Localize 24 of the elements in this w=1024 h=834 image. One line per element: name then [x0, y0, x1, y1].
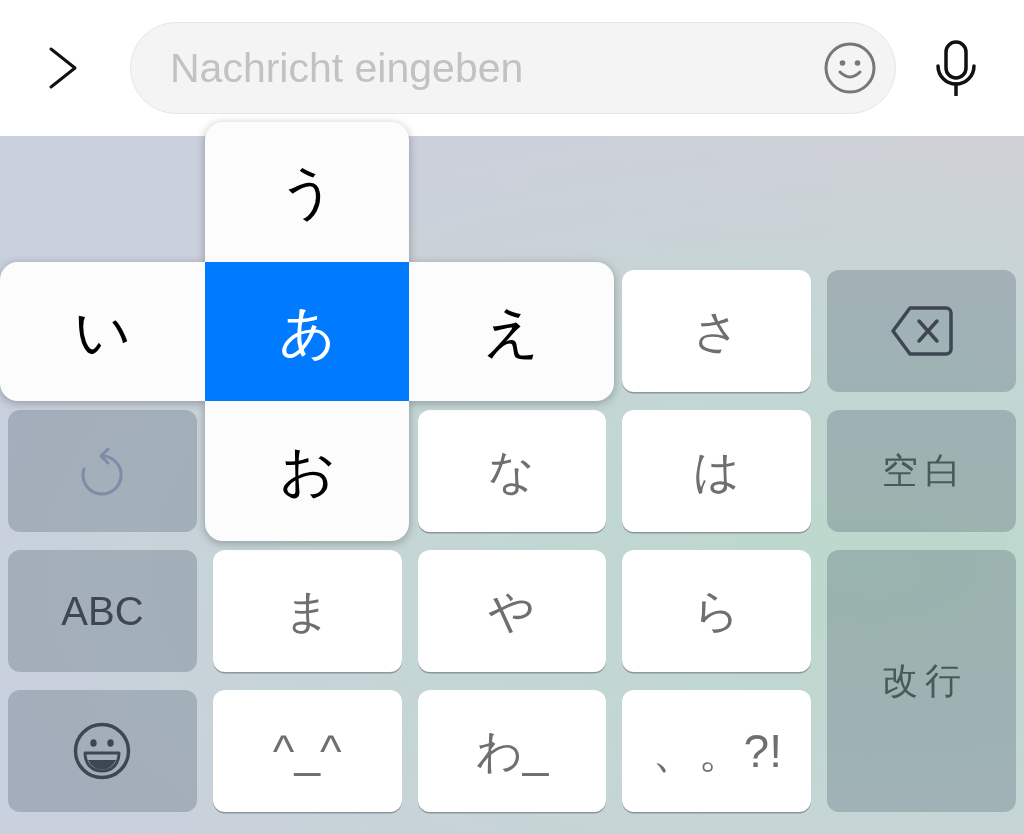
kana-key[interactable]: や	[417, 550, 607, 672]
grinning-face-icon	[73, 722, 132, 780]
emoji-key[interactable]	[8, 690, 197, 812]
space-key[interactable]: 空白	[827, 410, 1016, 532]
flick-option[interactable]: い	[0, 262, 205, 401]
flick-option[interactable]: お	[205, 401, 409, 541]
delete-key[interactable]	[827, 270, 1016, 392]
microphone-icon[interactable]	[934, 40, 978, 96]
undo-arrow-icon	[79, 446, 126, 496]
kana-key[interactable]: な	[417, 410, 607, 532]
kana-key[interactable]: ら	[622, 550, 812, 672]
smiley-icon[interactable]	[824, 42, 876, 94]
kana-key[interactable]: ^_^	[212, 690, 402, 812]
kana-key[interactable]: さ	[622, 270, 812, 392]
kana-key[interactable]: わ_	[417, 690, 607, 812]
keyboard-switch-key[interactable]: ABC	[8, 550, 197, 672]
flick-option[interactable]: あ	[205, 262, 409, 401]
kana-key[interactable]: ま	[212, 550, 402, 672]
kana-key[interactable]: は	[622, 410, 812, 532]
chevron-right-icon[interactable]	[48, 46, 78, 90]
flick-option[interactable]: え	[409, 262, 614, 401]
return-key[interactable]: 改行	[827, 550, 1016, 812]
backspace-icon	[890, 305, 953, 357]
kana-key[interactable]: 、。?!	[622, 690, 812, 812]
